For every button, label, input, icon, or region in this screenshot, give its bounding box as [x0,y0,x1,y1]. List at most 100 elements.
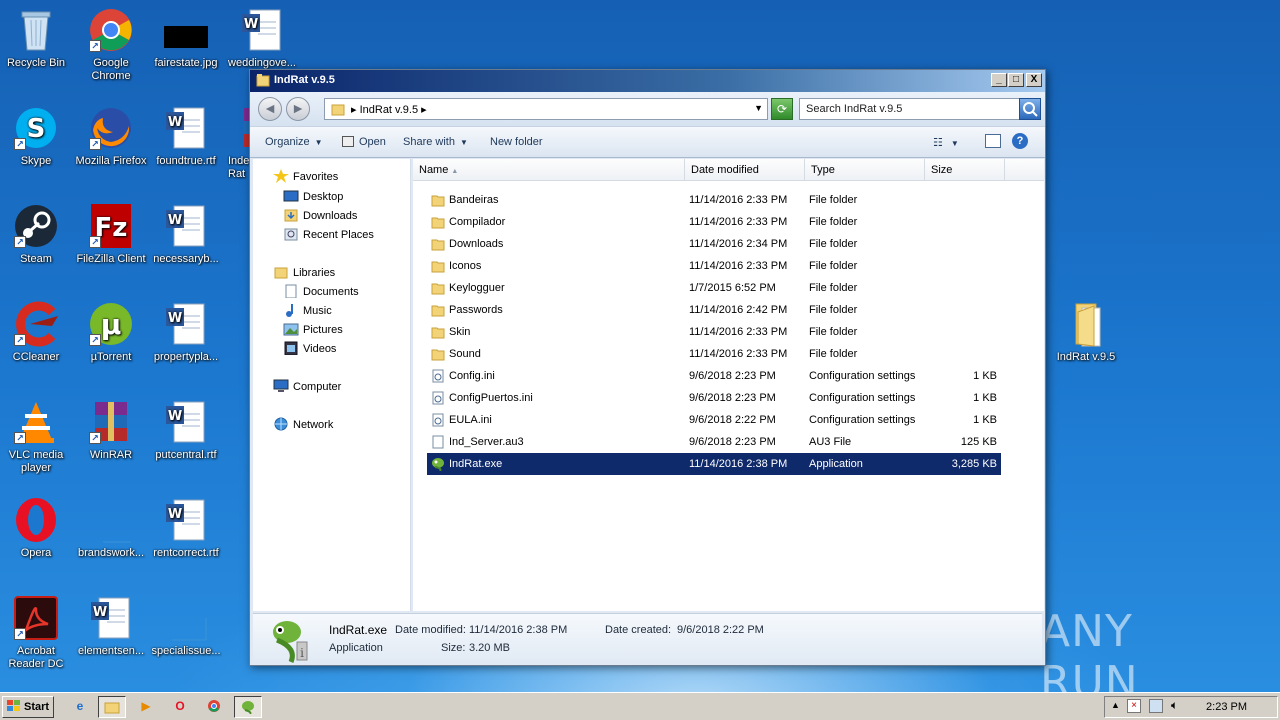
start-button[interactable]: Start [2,696,54,718]
desktop-icon-propertypla[interactable]: W propertypla... [148,300,224,364]
file-size: 3,285 KB [951,458,997,470]
desktop-icon-necessaryb[interactable]: W necessaryb... [148,202,224,266]
desktop-icon-utorrent[interactable]: µ ↗ µTorrent [73,300,149,364]
column-header-size[interactable]: Size [925,159,1005,181]
desktop-icon-weddingove[interactable]: W weddingove... [224,6,300,70]
nav-videos[interactable]: Videos [283,341,336,356]
media-player-icon[interactable]: ▶ [132,696,160,718]
file-row[interactable]: Ind_Server.au3 9/6/2018 2:23 PM AU3 File 12… [427,431,1001,453]
nav-downloads[interactable]: Downloads [283,208,357,222]
desktop-icon-chrome[interactable]: ↗ Google Chrome [73,6,149,83]
desktop-icon-brandswork[interactable]: brandswork... [73,496,149,560]
vlc-icon: ↗ [12,398,60,446]
nav-libraries[interactable]: Libraries [273,265,335,279]
desktop-icon-filezilla[interactable]: Fz ↗ FileZilla Client [73,202,149,266]
desktop-icon-firefox[interactable]: ↗ Mozilla Firefox [73,104,149,168]
file-row[interactable]: Keylogguer 1/7/2015 6:52 PM File folder [427,277,1001,299]
breadcrumb[interactable]: IndRat v.9.5 [360,104,419,116]
file-row[interactable]: Config.ini 9/6/2018 2:23 PM Configuration … [427,365,1001,387]
column-header-type[interactable]: Type [805,159,925,181]
network-tray-icon[interactable] [1149,699,1163,713]
view-options-icon[interactable]: ☷ ▼ [933,136,959,149]
refresh-button[interactable]: ⟳ [771,98,793,120]
details-modified-value: 11/14/2016 2:38 PM [469,624,568,636]
clock[interactable]: 2:23 PM [1206,701,1247,713]
desktop-icon-foundtrue[interactable]: W foundtrue.rtf [148,104,224,168]
file-row[interactable]: Downloads 11/14/2016 2:34 PM File folder [427,233,1001,255]
nav-pictures[interactable]: Pictures [283,322,343,336]
desktop-icon-acrobat[interactable]: ↗ Acrobat Reader DC [0,594,74,671]
file-date-modified: 11/14/2016 2:33 PM [689,348,788,360]
address-bar[interactable]: ▸ IndRat v.9.5 ▸ ▼ [324,98,768,120]
desktop-icon-specialissue[interactable]: specialissue... [148,594,224,658]
column-header-date-modified[interactable]: Date modified [685,159,805,181]
desktop-icon [283,189,299,203]
maximize-button[interactable]: □ [1008,73,1024,87]
word-document-icon: W [87,594,135,642]
file-row[interactable]: Skin 11/14/2016 2:33 PM File folder [427,321,1001,343]
file-date-modified: 11/14/2016 2:33 PM [689,216,788,228]
open-button[interactable]: Open [342,136,386,148]
forward-button[interactable]: ► [286,97,310,121]
back-button[interactable]: ◄ [258,97,282,121]
search-input[interactable]: Search IndRat v.9.5 [799,98,1041,120]
share-with-button[interactable]: Share with ▼ [403,136,468,148]
explorer-taskbar-icon[interactable] [98,696,126,718]
desktop-icon-recycle-bin[interactable]: Recycle Bin [0,6,74,70]
anyrun-watermark: ANY RUN [1040,606,1139,692]
desktop-icon-steam[interactable]: ↗ Steam [0,202,74,266]
organize-button[interactable]: Organize ▼ [265,136,323,148]
close-button[interactable]: X [1026,73,1042,87]
file-type: Configuration settings [809,392,916,404]
image-file-icon [162,6,210,54]
desktop-icon-skype[interactable]: S ↗ Skype [0,104,74,168]
desktop-icon-indrat-folder[interactable]: IndRat v.9.5 [1048,300,1124,364]
action-center-icon[interactable]: × [1127,699,1141,713]
desktop-icon-vlc[interactable]: ↗ VLC media player [0,398,74,475]
nav-favorites[interactable]: Favorites [273,169,338,183]
desktop-icon-winrar[interactable]: ↗ WinRAR [73,398,149,462]
column-header-name[interactable]: Name ▲ [413,159,685,181]
desktop-icon-fairestate[interactable]: fairestate.jpg [148,6,224,70]
libraries-icon [273,265,289,279]
minimize-button[interactable]: _ [991,73,1007,87]
word-document-icon: W [162,300,210,348]
chevron-down-icon[interactable]: ▼ [754,103,763,113]
file-type: File folder [809,216,858,228]
file-row[interactable]: ConfigPuertos.ini 9/6/2018 2:23 PM Configu… [427,387,1001,409]
nav-recent-places[interactable]: Recent Places [283,227,374,241]
desktop-icon-rentcorrect[interactable]: W rentcorrect.rtf [148,496,224,560]
network-icon [273,417,289,431]
nav-network[interactable]: Network [273,417,333,431]
preview-pane-icon[interactable] [985,134,1001,148]
navigation-pane: Favorites Desktop Downloads Recent Place… [253,159,411,611]
desktop-icon-elementsen[interactable]: W elementsen... [73,594,149,658]
open-icon [342,136,354,147]
nav-computer[interactable]: Computer [273,379,341,393]
ie-icon[interactable]: e [66,696,94,718]
search-icon[interactable] [1019,98,1041,120]
chevron-up-icon[interactable]: ▲ [1111,700,1120,710]
title-bar[interactable]: IndRat v.9.5 _ □ X [250,70,1045,92]
nav-music[interactable]: Music [283,303,332,317]
nav-desktop[interactable]: Desktop [283,189,343,203]
file-row[interactable]: EULA.ini 9/6/2018 2:22 PM Configuration se… [427,409,1001,431]
file-row[interactable]: Passwords 11/14/2016 2:42 PM File folder [427,299,1001,321]
help-icon[interactable]: ? [1012,133,1028,149]
details-pane: i IndRat.exe Date modified: 11/14/2016 2… [253,613,1042,665]
desktop-icon-putcentral[interactable]: W putcentral.rtf [148,398,224,462]
desktop-icon-ccleaner[interactable]: ↗ CCleaner [0,300,74,364]
nav-documents[interactable]: Documents [283,284,359,299]
volume-icon[interactable]: 🔈︎ [1171,698,1178,713]
file-row[interactable]: IndRat.exe 11/14/2016 2:38 PM Application 3… [427,453,1001,475]
file-row[interactable]: Iconos 11/14/2016 2:33 PM File folder [427,255,1001,277]
file-row[interactable]: Sound 11/14/2016 2:33 PM File folder [427,343,1001,365]
indrat-taskbar-icon[interactable] [234,696,262,718]
new-folder-button[interactable]: New folder [490,136,543,148]
chrome-taskbar-icon[interactable] [200,696,228,718]
firefox-icon: ↗ [87,104,135,152]
file-row[interactable]: Bandeiras 11/14/2016 2:33 PM File folder [427,189,1001,211]
desktop-icon-opera[interactable]: Opera [0,496,74,560]
opera-taskbar-icon[interactable]: O [166,696,194,718]
file-row[interactable]: Compilador 11/14/2016 2:33 PM File folder [427,211,1001,233]
